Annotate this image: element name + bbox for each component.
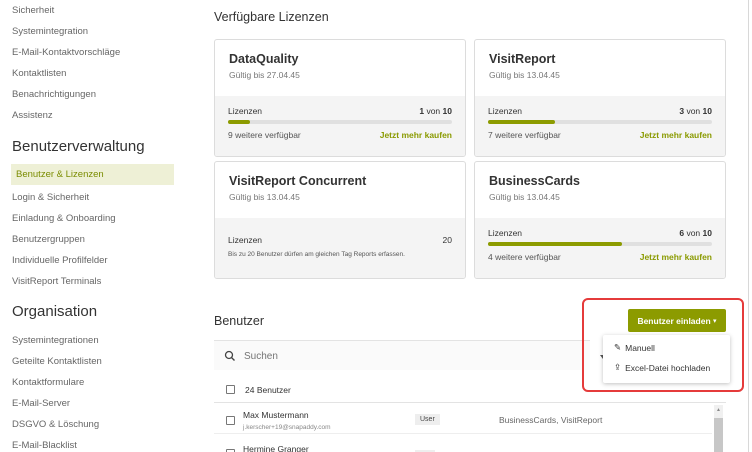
sidebar-item-dsgvo[interactable]: DSGVO & Löschung xyxy=(12,419,99,430)
users-title: Benutzer xyxy=(214,314,265,328)
sidebar-item-einladung-onboarding[interactable]: Einladung & Onboarding xyxy=(12,213,116,224)
user-licenses: BusinessCards, VisitReport xyxy=(499,415,603,425)
user-name: Max Mustermann xyxy=(243,410,309,420)
scrollbar-thumb[interactable] xyxy=(714,418,723,452)
sidebar-item-kontaktformulare[interactable]: Kontaktformulare xyxy=(12,377,84,388)
license-available: 9 weitere verfügbar xyxy=(228,130,301,140)
sidebar-item-systemintegrationen[interactable]: Systemintegrationen xyxy=(12,335,99,346)
license-count: 1 von 10 xyxy=(419,106,452,116)
license-valid: Gültig bis 13.04.45 xyxy=(489,192,560,202)
search-icon xyxy=(224,349,236,367)
license-card-dataquality: DataQuality Gültig bis 27.04.45 Lizenzen… xyxy=(214,39,466,157)
buy-more-link[interactable]: Jetzt mehr kaufen xyxy=(380,130,452,140)
table-row[interactable]: Hermine Granger xyxy=(214,439,712,452)
user-email: j.kerscher+19@snapaddy.com xyxy=(243,424,331,431)
sidebar-item-geteilte-kontaktlisten[interactable]: Geteilte Kontaktlisten xyxy=(12,356,102,367)
license-name: VisitReport xyxy=(489,52,556,66)
license-name: BusinessCards xyxy=(489,174,581,188)
row-checkbox[interactable] xyxy=(226,416,235,425)
sidebar-item-benutzergruppen[interactable]: Benutzergruppen xyxy=(12,234,85,245)
license-progress xyxy=(488,242,712,246)
license-count: 6 von 10 xyxy=(679,228,712,238)
sidebar-item-assistenz[interactable]: Assistenz xyxy=(12,110,53,121)
license-label: Lizenzen xyxy=(488,106,523,116)
sidebar-item-sicherheit[interactable]: Sicherheit xyxy=(12,5,54,16)
license-valid: Gültig bis 13.04.45 xyxy=(229,192,300,202)
license-name: DataQuality xyxy=(229,52,299,66)
buy-more-link[interactable]: Jetzt mehr kaufen xyxy=(640,130,712,140)
sidebar-item-profilfelder[interactable]: Individuelle Profilfelder xyxy=(12,255,108,266)
licenses-title: Verfügbare Lizenzen xyxy=(214,10,329,24)
sidebar-item-systemintegration[interactable]: Systemintegration xyxy=(12,26,88,37)
sidebar-item-email-blacklist[interactable]: E-Mail-Blacklist xyxy=(12,440,77,451)
license-valid: Gültig bis 27.04.45 xyxy=(229,70,300,80)
license-label: Lizenzen xyxy=(228,106,263,116)
license-label: Lizenzen xyxy=(228,235,263,245)
license-label: Lizenzen xyxy=(488,228,523,238)
sidebar-item-benutzer-lizenzen[interactable]: Benutzer & Lizenzen xyxy=(11,164,174,185)
user-count: 24 Benutzer xyxy=(245,385,291,395)
sidebar-item-kontaktlisten[interactable]: Kontaktlisten xyxy=(12,68,66,79)
sidebar-item-benachrichtigungen[interactable]: Benachrichtigungen xyxy=(12,89,96,100)
sidebar-item-login-sicherheit[interactable]: Login & Sicherheit xyxy=(12,192,89,203)
scroll-edge xyxy=(748,0,749,452)
license-name: VisitReport Concurrent xyxy=(229,174,367,188)
license-card-visitreport: VisitReport Gültig bis 13.04.45 Lizenzen… xyxy=(474,39,726,157)
user-name: Hermine Granger xyxy=(243,444,309,452)
license-card-visitreport-concurrent: VisitReport Concurrent Gültig bis 13.04.… xyxy=(214,161,466,279)
license-available: 7 weitere verfügbar xyxy=(488,130,561,140)
highlight-box xyxy=(582,298,744,392)
search-input[interactable] xyxy=(244,348,544,364)
sidebar-item-terminals[interactable]: VisitReport Terminals xyxy=(12,276,101,287)
license-available: 4 weitere verfügbar xyxy=(488,252,561,262)
sidebar-heading-benutzerverwaltung: Benutzerverwaltung xyxy=(12,138,145,155)
user-search xyxy=(214,340,608,370)
license-card-businesscards: BusinessCards Gültig bis 13.04.45 Lizenz… xyxy=(474,161,726,279)
sidebar-item-email-server[interactable]: E-Mail-Server xyxy=(12,398,70,409)
license-progress xyxy=(488,120,712,124)
user-role-badge: User xyxy=(415,414,440,425)
table-row[interactable]: Max Mustermann j.kerscher+19@snapaddy.co… xyxy=(214,406,712,434)
license-valid: Gültig bis 13.04.45 xyxy=(489,70,560,80)
buy-more-link[interactable]: Jetzt mehr kaufen xyxy=(640,252,712,262)
license-count: 3 von 10 xyxy=(679,106,712,116)
select-all-checkbox[interactable] xyxy=(226,385,235,394)
license-count: 20 xyxy=(442,235,452,245)
license-progress xyxy=(228,120,452,124)
sidebar-heading-organisation: Organisation xyxy=(12,303,98,320)
scroll-up-icon[interactable]: ▲ xyxy=(716,407,721,413)
sidebar-item-email-kontaktvorschlaege[interactable]: E-Mail-Kontaktvorschläge xyxy=(12,47,120,58)
sidebar: Sicherheit Systemintegration E-Mail-Kont… xyxy=(0,0,188,452)
license-note: Bis zu 20 Benutzer dürfen am gleichen Ta… xyxy=(228,251,405,258)
